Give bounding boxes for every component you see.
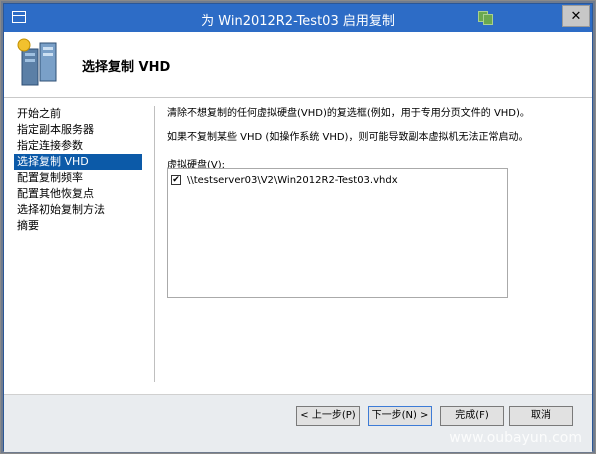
instruction-text: 清除不想复制的任何虚拟硬盘(VHD)的复选框(例如，用于专用分页文件的 VHD)…: [167, 108, 530, 119]
nav-step-connection-parameters[interactable]: 指定连接参数: [14, 138, 142, 154]
screenshot-frame: 为 Win2012R2-Test03 启用复制 ✕ 选择复制 VHD 开始之前 …: [0, 0, 596, 454]
previous-button[interactable]: < 上一步(P): [296, 406, 360, 426]
main-panel: 清除不想复制的任何虚拟硬盘(VHD)的复选框(例如，用于专用分页文件的 VHD)…: [167, 106, 572, 298]
cancel-button[interactable]: 取消: [509, 406, 573, 426]
nav-step-before-you-begin[interactable]: 开始之前: [14, 106, 142, 122]
next-button[interactable]: 下一步(N) >: [368, 406, 432, 426]
wizard-window: 为 Win2012R2-Test03 启用复制 ✕ 选择复制 VHD 开始之前 …: [3, 3, 593, 452]
nav-step-initial-replication[interactable]: 选择初始复制方法: [14, 202, 142, 218]
nav-step-summary[interactable]: 摘要: [14, 218, 142, 234]
window-title: 为 Win2012R2-Test03 启用复制: [201, 14, 395, 29]
warning-text: 如果不复制某些 VHD (如操作系统 VHD)，则可能导致副本虚拟机无法正常启动…: [167, 132, 529, 143]
wizard-content: 开始之前 指定副本服务器 指定连接参数 选择复制 VHD 配置复制频率 配置其他…: [4, 98, 592, 394]
nav-step-replication-frequency[interactable]: 配置复制频率: [14, 170, 142, 186]
close-button[interactable]: ✕: [562, 5, 590, 27]
nav-step-choose-vhds[interactable]: 选择复制 VHD: [14, 154, 142, 170]
finish-button[interactable]: 完成(F): [440, 406, 504, 426]
nav-step-recovery-points[interactable]: 配置其他恢复点: [14, 186, 142, 202]
watermark-text: www.oubayun.com: [449, 430, 582, 446]
wizard-footer: < 上一步(P) 下一步(N) > 完成(F) 取消 www.oubayun.c…: [4, 394, 592, 452]
wizard-steps-nav: 开始之前 指定副本服务器 指定连接参数 选择复制 VHD 配置复制频率 配置其他…: [14, 106, 142, 234]
title-bar: 为 Win2012R2-Test03 启用复制 ✕: [4, 4, 592, 32]
overlay-squares-icon: [478, 11, 493, 25]
vhd-path: \\testserver03\V2\Win2012R2-Test03.vhdx: [187, 174, 398, 186]
vhd-checkbox[interactable]: ✔: [171, 175, 181, 185]
wizard-header: 选择复制 VHD: [4, 32, 592, 98]
nav-step-replica-server[interactable]: 指定副本服务器: [14, 122, 142, 138]
page-title: 选择复制 VHD: [82, 60, 171, 75]
replication-servers-icon: [17, 38, 57, 86]
vhd-list[interactable]: ✔ \\testserver03\V2\Win2012R2-Test03.vhd…: [167, 168, 508, 298]
vhd-list-item[interactable]: ✔ \\testserver03\V2\Win2012R2-Test03.vhd…: [171, 173, 398, 187]
nav-separator: [154, 106, 155, 382]
